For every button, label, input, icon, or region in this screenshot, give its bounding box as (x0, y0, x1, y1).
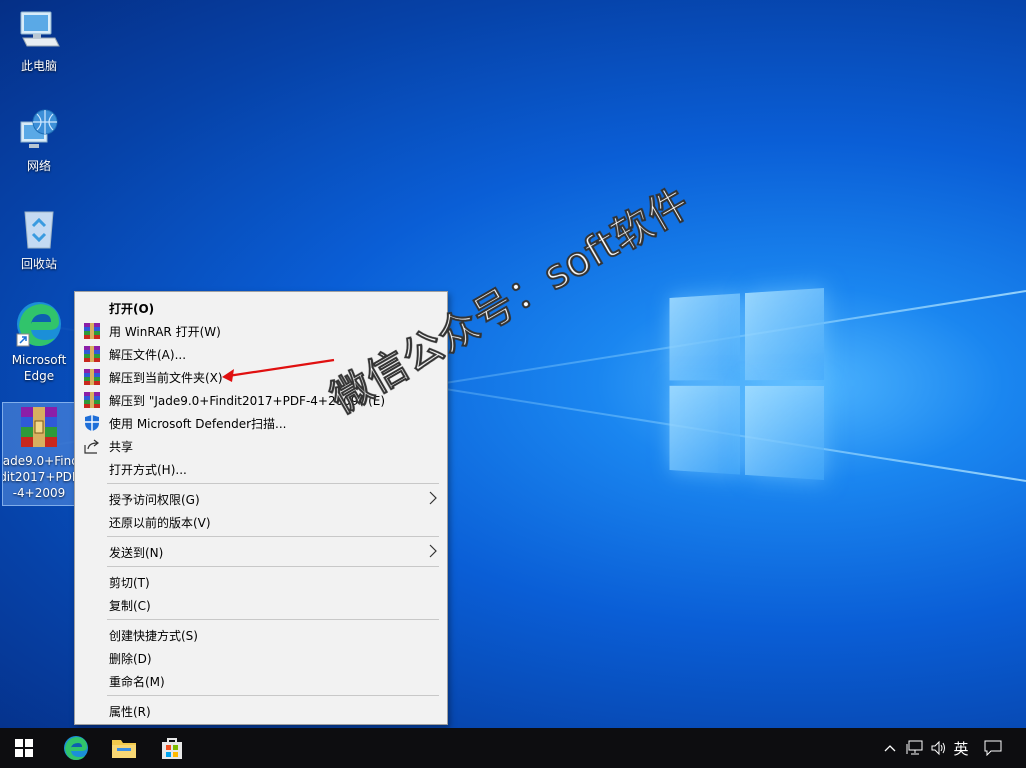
start-button[interactable] (0, 728, 48, 768)
recycle-bin-icon (15, 204, 63, 252)
menu-separator (107, 536, 439, 537)
menu-item-defender-scan[interactable]: 使用 Microsoft Defender扫描... (75, 411, 447, 434)
share-icon (84, 439, 99, 454)
winrar-icon (84, 323, 100, 339)
this-pc-icon (15, 6, 63, 54)
winrar-icon (84, 346, 100, 362)
menu-item-restore-previous-versions[interactable]: 还原以前的版本(V) (75, 510, 447, 533)
menu-separator (107, 566, 439, 567)
menu-separator (107, 483, 439, 484)
desktop-icon-network[interactable]: 网络 (2, 106, 76, 174)
chevron-right-icon (429, 544, 437, 558)
menu-item-copy[interactable]: 复制(C) (75, 593, 447, 616)
desktop-icon-this-pc[interactable]: 此电脑 (2, 6, 76, 74)
menu-item-send-to[interactable]: 发送到(N) (75, 540, 447, 563)
volume-icon (931, 740, 945, 756)
tray-network-button[interactable] (904, 728, 926, 768)
tray-ime-indicator[interactable]: 英 (950, 728, 972, 768)
chevron-right-icon (429, 491, 437, 505)
winrar-icon (84, 392, 100, 408)
windows-logo-wallpaper (669, 288, 824, 480)
taskbar-file-explorer-button[interactable] (100, 728, 148, 768)
taskbar: 英 (0, 728, 1026, 768)
menu-item-share[interactable]: 共享 (75, 434, 447, 457)
notification-icon (984, 740, 1002, 756)
menu-item-create-shortcut[interactable]: 创建快捷方式(S) (75, 623, 447, 646)
menu-item-give-access[interactable]: 授予访问权限(G) (75, 487, 447, 510)
edge-icon (64, 736, 88, 760)
menu-item-delete[interactable]: 删除(D) (75, 646, 447, 669)
desktop-icon-label: 此电脑 (20, 59, 57, 73)
tray-notification-button[interactable] (982, 728, 1004, 768)
file-explorer-icon (112, 740, 136, 758)
menu-item-properties[interactable]: 属性(R) (75, 699, 447, 722)
annotation-arrow (222, 358, 335, 382)
show-hidden-icons-button[interactable] (880, 728, 900, 768)
defender-shield-icon (85, 415, 99, 431)
desktop-icon-label: 网络 (26, 159, 51, 173)
winrar-archive-icon (15, 403, 63, 451)
chevron-up-icon (884, 745, 896, 752)
edge-icon (15, 300, 63, 348)
menu-item-open[interactable]: 打开(O) (75, 296, 447, 319)
desktop-icon-label: 回收站 (20, 257, 57, 271)
menu-separator (107, 695, 439, 696)
desktop-icon-microsoft-edge[interactable]: Microsoft Edge (2, 300, 76, 384)
network-icon (906, 740, 923, 755)
taskbar-edge-button[interactable] (52, 728, 100, 768)
winrar-icon (84, 369, 100, 385)
menu-separator (107, 619, 439, 620)
taskbar-store-button[interactable] (148, 728, 196, 768)
tray-volume-button[interactable] (928, 728, 950, 768)
desktop-icon-label: Jade9.0+Find dit2017+PDF -4+2009 (2, 454, 76, 500)
desktop-icon-label: Microsoft Edge (11, 353, 67, 383)
menu-item-cut[interactable]: 剪切(T) (75, 570, 447, 593)
menu-item-open-with[interactable]: 打开方式(H)... (75, 457, 447, 480)
desktop-icon-recycle-bin[interactable]: 回收站 (2, 204, 76, 272)
desktop-icon-archive-selected[interactable]: Jade9.0+Find dit2017+PDF -4+2009 (2, 402, 76, 506)
store-icon (162, 738, 182, 759)
menu-item-rename[interactable]: 重命名(M) (75, 669, 447, 692)
start-icon (15, 739, 33, 757)
network-icon (15, 106, 63, 154)
